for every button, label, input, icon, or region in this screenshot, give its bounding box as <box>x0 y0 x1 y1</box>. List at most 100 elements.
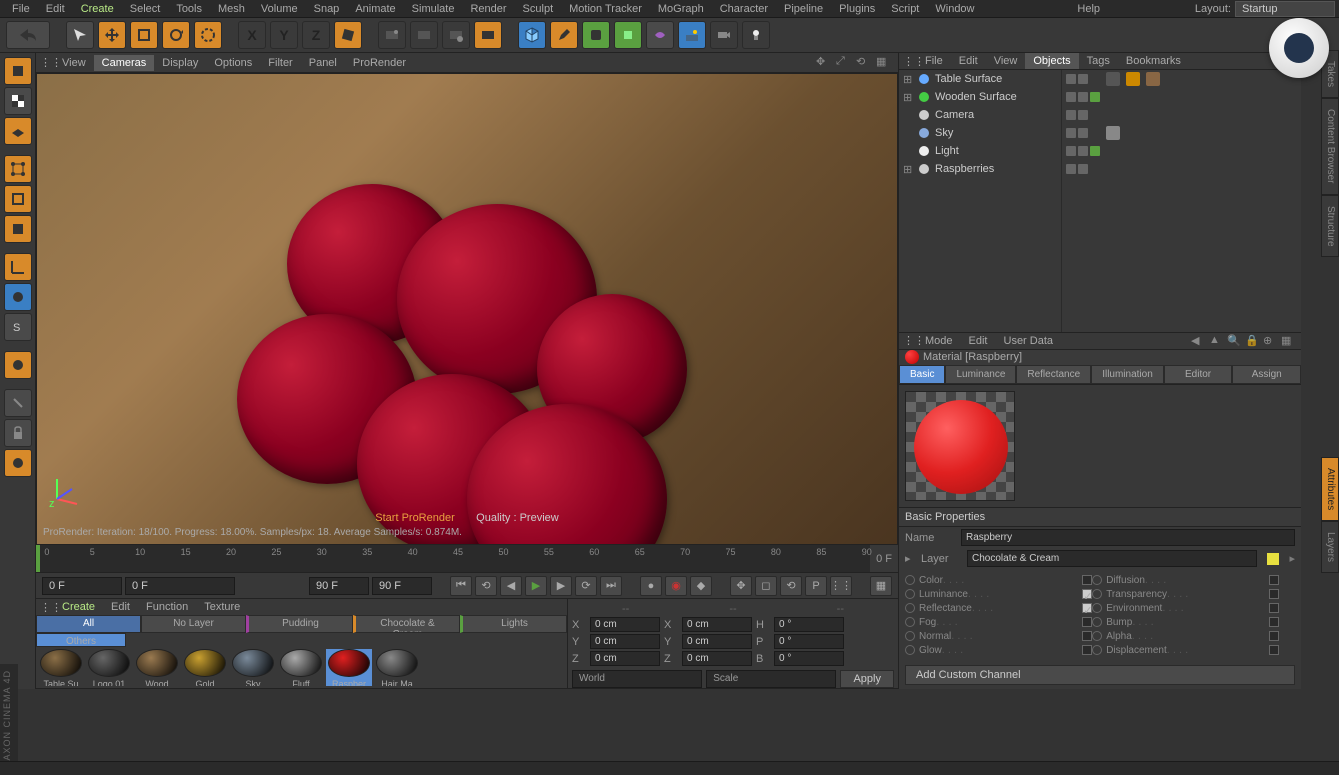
viewport-maximize-icon[interactable]: ▦ <box>876 55 892 71</box>
timeline[interactable]: 051015202530354045505560657075808590 0 F <box>36 545 898 573</box>
channel-radio[interactable] <box>1092 617 1102 627</box>
scale-key-button[interactable]: ◻ <box>755 576 777 596</box>
coord-pos-field[interactable] <box>590 634 660 649</box>
viewport-menu-panel[interactable]: Panel <box>301 55 345 71</box>
material-thumb[interactable]: Gold <box>182 649 228 686</box>
channel-checkbox[interactable]: ✓ <box>1082 603 1092 613</box>
current-frame-field[interactable] <box>372 577 432 595</box>
visibility-editor-toggle[interactable] <box>1066 110 1076 120</box>
goto-end-button[interactable]: ⏭ <box>600 576 622 596</box>
coord-space-dropdown[interactable]: World <box>572 670 702 688</box>
sky-tag-icon[interactable] <box>1106 126 1120 140</box>
add-subdiv-button[interactable] <box>582 21 610 49</box>
attr-lock-icon[interactable]: 🔒 <box>1245 334 1259 348</box>
attr-menu-mode[interactable]: Mode <box>917 333 961 349</box>
material-thumb[interactable]: Raspber <box>326 649 372 686</box>
channel-checkbox[interactable] <box>1082 645 1092 655</box>
render-settings-button[interactable] <box>442 21 470 49</box>
material-thumb[interactable]: Table Su <box>38 649 84 686</box>
visibility-render-toggle[interactable] <box>1078 92 1088 102</box>
material-menu-texture[interactable]: Texture <box>196 599 248 615</box>
pla-key-button[interactable]: ⋮⋮ <box>830 576 852 596</box>
viewport-rotate-icon[interactable]: ⟲ <box>856 55 872 71</box>
polys-mode-button[interactable] <box>4 215 32 243</box>
viewport-menu-display[interactable]: Display <box>154 55 206 71</box>
menu-motiontracker[interactable]: Motion Tracker <box>561 1 650 17</box>
attr-menu-userdata[interactable]: User Data <box>996 333 1062 349</box>
visibility-editor-toggle[interactable] <box>1066 146 1076 156</box>
attr-tab-reflectance[interactable]: Reflectance <box>1016 365 1091 384</box>
material-name-field[interactable] <box>961 529 1295 546</box>
object-tree-row[interactable]: ⊞Wooden Surface <box>899 88 1061 106</box>
visibility-editor-toggle[interactable] <box>1066 164 1076 174</box>
material-thumb[interactable]: Wood <box>134 649 180 686</box>
param-key-button[interactable]: P <box>805 576 827 596</box>
viewport-zoom-icon[interactable]: ⤢ <box>836 55 852 71</box>
viewport-menu-filter[interactable]: Filter <box>260 55 300 71</box>
attr-search-icon[interactable]: 🔍 <box>1227 334 1241 348</box>
enable-toggle[interactable] <box>1090 146 1100 156</box>
tree-expand-icon[interactable]: ⊞ <box>903 73 915 86</box>
live-select-tool[interactable] <box>66 21 94 49</box>
material-thumb[interactable]: Sky <box>230 649 276 686</box>
edges-mode-button[interactable] <box>4 185 32 213</box>
menu-help[interactable]: Help <box>1069 1 1108 17</box>
attr-menu-edit[interactable]: Edit <box>961 333 996 349</box>
obj-menu-tags[interactable]: Tags <box>1079 53 1118 69</box>
right-tab-attributes[interactable]: Attributes <box>1321 457 1339 521</box>
menu-select[interactable]: Select <box>122 1 169 17</box>
visibility-editor-toggle[interactable] <box>1066 92 1076 102</box>
y-axis-lock[interactable]: Y <box>270 21 298 49</box>
channel-checkbox[interactable] <box>1082 631 1092 641</box>
coord-rot-field[interactable] <box>774 651 844 666</box>
enable-toggle[interactable] <box>1090 92 1100 102</box>
render-view-button[interactable] <box>378 21 406 49</box>
range-start-field[interactable] <box>125 577 235 595</box>
menu-sculpt[interactable]: Sculpt <box>515 1 562 17</box>
add-cube-button[interactable] <box>518 21 546 49</box>
animation-button[interactable] <box>4 449 32 477</box>
model-mode-button[interactable] <box>4 57 32 85</box>
timeline-ruler[interactable]: 051015202530354045505560657075808590 <box>36 545 870 572</box>
material-tab-lights[interactable]: Lights <box>460 615 567 633</box>
channel-radio[interactable] <box>905 589 915 599</box>
viewport-3d[interactable]: Perspective z Start ProRender Quality : … <box>36 73 898 545</box>
menu-simulate[interactable]: Simulate <box>404 1 463 17</box>
viewport-menu-prorender[interactable]: ProRender <box>345 55 414 71</box>
obj-menu-file[interactable]: File <box>917 53 951 69</box>
menu-script[interactable]: Script <box>883 1 927 17</box>
play-button[interactable]: ▶ <box>525 576 547 596</box>
channel-radio[interactable] <box>905 631 915 641</box>
right-tab-content[interactable]: Content Browser <box>1321 98 1339 194</box>
viewport-pan-icon[interactable]: ✥ <box>816 55 832 71</box>
prev-key-button[interactable]: ⟲ <box>475 576 497 596</box>
rotate-tool[interactable] <box>162 21 190 49</box>
visibility-editor-toggle[interactable] <box>1066 74 1076 84</box>
material-menu-create[interactable]: Create <box>54 599 103 615</box>
visibility-render-toggle[interactable] <box>1078 128 1088 138</box>
channel-checkbox[interactable]: ✓ <box>1082 589 1092 599</box>
channel-radio[interactable] <box>905 617 915 627</box>
channel-radio[interactable] <box>1092 631 1102 641</box>
obj-menu-edit[interactable]: Edit <box>951 53 986 69</box>
material-tab-chocolate[interactable]: Chocolate & Cream <box>353 615 460 633</box>
axis-button[interactable] <box>4 253 32 281</box>
material-menu-function[interactable]: Function <box>138 599 196 615</box>
dopesheet-button[interactable]: ▦ <box>870 576 892 596</box>
layer-color-swatch[interactable] <box>1267 553 1279 565</box>
add-camera-button[interactable] <box>710 21 738 49</box>
channel-checkbox[interactable] <box>1082 617 1092 627</box>
obj-menu-view[interactable]: View <box>986 53 1026 69</box>
next-key-button[interactable]: ⟳ <box>575 576 597 596</box>
keyframe-button[interactable]: ◆ <box>690 576 712 596</box>
last-tool[interactable] <box>194 21 222 49</box>
material-tab-all[interactable]: All <box>36 615 141 633</box>
channel-checkbox[interactable] <box>1269 617 1279 627</box>
axis-gizmo[interactable]: z <box>47 469 87 509</box>
attr-new-icon[interactable]: ⊕ <box>1263 334 1277 348</box>
material-thumb[interactable]: Hair Ma <box>374 649 420 686</box>
menu-character[interactable]: Character <box>712 1 776 17</box>
material-thumb[interactable]: Fluff <box>278 649 324 686</box>
material-tab-nolayer[interactable]: No Layer <box>141 615 246 633</box>
add-pen-button[interactable] <box>550 21 578 49</box>
